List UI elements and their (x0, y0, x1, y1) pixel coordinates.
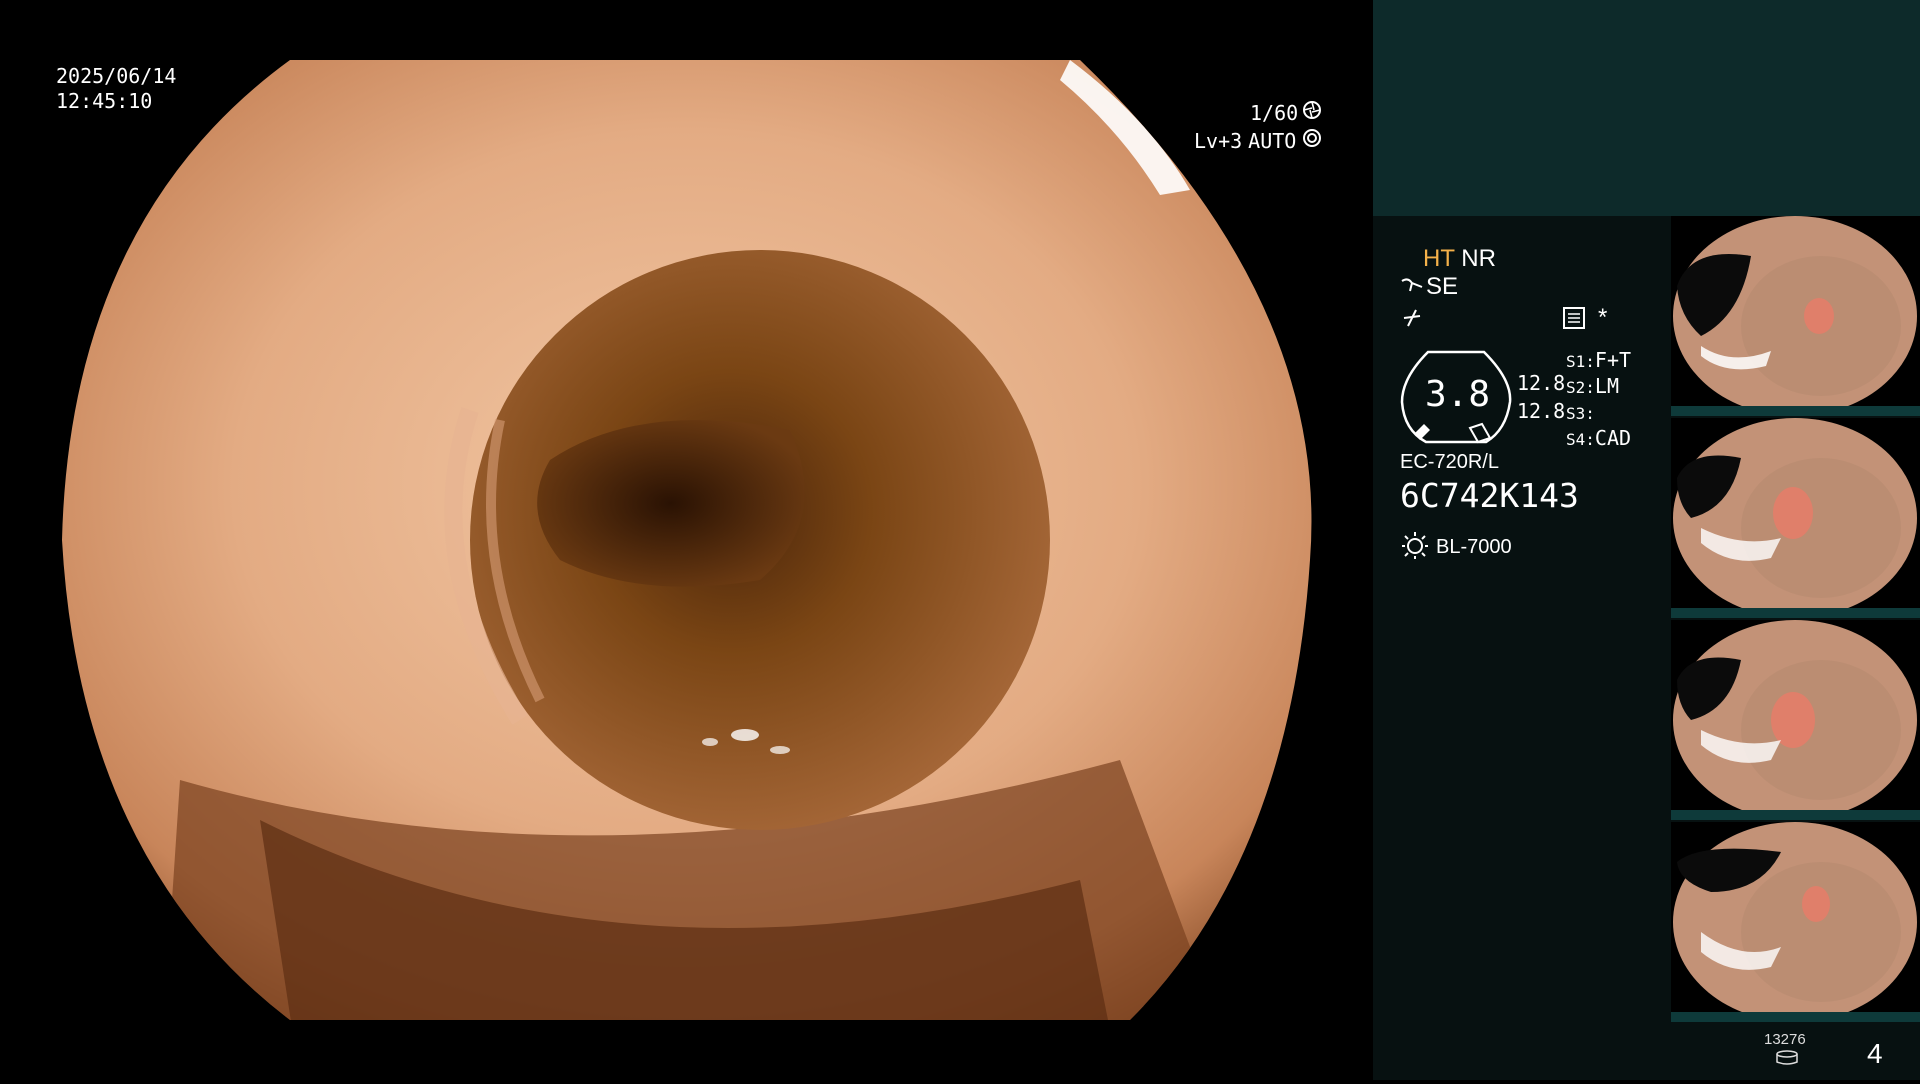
freeze-icon (1400, 306, 1424, 334)
thumbnail-2[interactable] (1671, 418, 1920, 618)
scope-switch-3: S3: (1566, 404, 1595, 423)
light-icon (1400, 530, 1430, 564)
exam-time: 12:45:10 (56, 89, 153, 113)
gain-top: 12.8 (1517, 371, 1566, 395)
iris-readout: Lv+3 AUTO (1194, 128, 1322, 153)
iris-icon (1302, 128, 1322, 153)
record-icon (1563, 307, 1585, 333)
scope-switch-1: S1:F+T (1566, 348, 1632, 372)
enhancement-row: HT NR (1423, 245, 1496, 273)
aperture-icon (1302, 100, 1322, 125)
iris-mode: AUTO (1248, 128, 1297, 153)
level-value: Lv+3 (1194, 128, 1243, 153)
thumbnail-3[interactable] (1671, 620, 1920, 820)
scope-serial: 6C742K143 (1400, 476, 1579, 515)
nr-mode: NR (1461, 245, 1496, 272)
storage-icon (1775, 1050, 1799, 1070)
shutter-speed: 1/60 (1250, 100, 1299, 125)
se-mode: SE (1426, 273, 1459, 300)
gain-bottom: 12.8 (1517, 399, 1566, 423)
endoscope-view (0, 0, 1372, 1080)
ht-mode: HT (1423, 245, 1455, 272)
scope-switch-4: S4:CAD (1566, 426, 1632, 450)
light-source: BL-7000 (1436, 535, 1512, 558)
scope-switch-2: S2:LM (1566, 374, 1619, 398)
page-number: 4 (1867, 1038, 1883, 1069)
thumbnail-1[interactable] (1671, 216, 1920, 416)
shutter-readout: 1/60 (1250, 100, 1322, 125)
endoscope-image (62, 60, 1312, 1020)
thumbnail-4[interactable] (1671, 822, 1920, 1022)
zoom-value: 3.8 (1425, 374, 1491, 415)
storage-count: 13276 (1764, 1031, 1806, 1048)
exam-date: 2025/06/14 (56, 64, 177, 88)
scope-switch-list: S1:F+T S2:LM S3: S4:CAD (1566, 348, 1631, 452)
light-source-row: BL-7000 (1400, 530, 1512, 564)
asterisk-indicator: * (1598, 304, 1608, 331)
panel-header-area (1373, 0, 1920, 216)
scope-icon (1400, 273, 1424, 301)
scope-model: EC-720R/L (1400, 451, 1499, 473)
se-row: SE (1400, 273, 1458, 301)
